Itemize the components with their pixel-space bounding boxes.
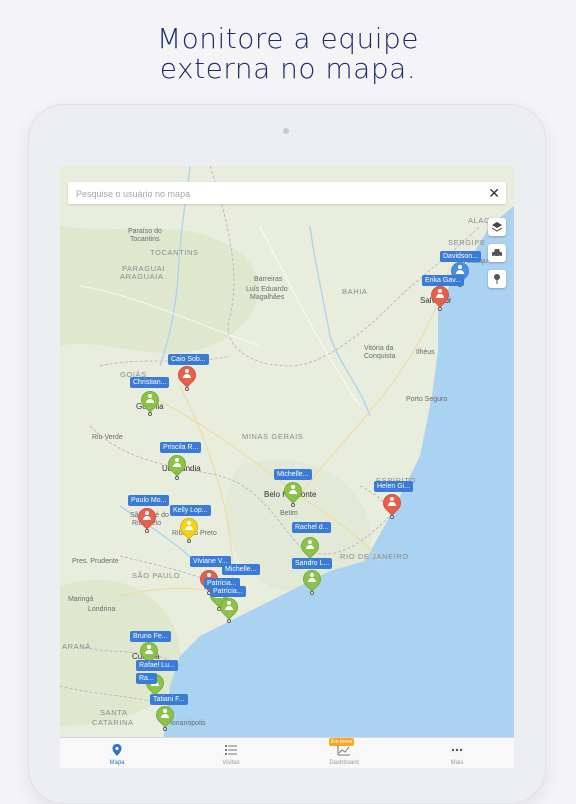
user-label[interactable]: Priscila R... (160, 442, 202, 453)
user-label[interactable]: Patrícia... (210, 586, 246, 597)
user-label[interactable]: Erika Gav... (422, 275, 465, 286)
headline-line2: externa no mapa. (159, 52, 417, 85)
search-bar: ✕ (68, 182, 506, 204)
layers-button[interactable] (488, 218, 506, 236)
tab-label: Mais (450, 760, 464, 766)
tab-label: Visitas (222, 760, 240, 766)
tab-visitas[interactable]: Visitas (176, 738, 286, 768)
map-pin-icon (112, 744, 122, 756)
tab-label: Mapa (109, 760, 125, 766)
user-pin[interactable] (137, 387, 163, 416)
user-label[interactable]: Christian... (130, 377, 170, 388)
city-label: Porto Seguro (406, 396, 448, 403)
user-pin[interactable] (176, 514, 202, 543)
state-label: RIO DE JANEIRO (340, 552, 409, 561)
city-label: Rio Verde (92, 434, 123, 441)
tab-bar: Mapa Visitas Em breve Dashboard Mais (60, 737, 514, 768)
tab-label: Dashboard (329, 760, 359, 766)
close-icon[interactable]: ✕ (488, 184, 500, 202)
user-pin[interactable] (280, 478, 306, 507)
state-label: BAHIA (342, 287, 368, 296)
user-label[interactable]: Helen Gi... (374, 481, 414, 492)
tab-mais[interactable]: Mais (402, 738, 512, 768)
search-input[interactable] (74, 185, 478, 203)
list-icon (225, 745, 237, 755)
user-label[interactable]: Rachel d... (292, 522, 332, 533)
user-pin[interactable] (216, 594, 242, 623)
user-pin[interactable] (174, 362, 200, 391)
vehicle-button[interactable] (488, 244, 506, 262)
user-label[interactable]: Sandro L... (292, 558, 333, 569)
state-label: SANTA (100, 708, 128, 717)
city-label: Barreiras (254, 276, 283, 283)
camera-icon (283, 128, 289, 134)
headline-line1: Monitore a equipe (156, 22, 420, 55)
user-pin[interactable] (164, 451, 190, 480)
user-label[interactable]: Michelle... (274, 469, 312, 480)
tab-dashboard[interactable]: Em breve Dashboard (289, 738, 399, 768)
user-label[interactable]: Michelle... (222, 564, 260, 575)
user-pin[interactable] (134, 504, 160, 533)
state-label: SÃO PAULO (132, 571, 181, 580)
user-label[interactable]: Rafael Lu... (136, 660, 178, 671)
user-label[interactable]: Caio Sob... (168, 354, 209, 365)
state-label: TOCANTINS (150, 248, 199, 257)
user-pin[interactable] (427, 282, 453, 311)
user-label[interactable]: Davidson... (440, 251, 482, 262)
city-label: Maringá (68, 596, 94, 603)
user-label[interactable]: Ra... (136, 673, 157, 684)
app-screen: Paraíso do Tocantins TOCANTINS PARAGUAI … (60, 166, 514, 768)
chart-icon (337, 745, 350, 756)
city-label: Betim (280, 510, 298, 517)
user-pin[interactable] (299, 566, 325, 595)
layers-icon (491, 222, 503, 232)
state-label: SERGIPE (448, 238, 486, 247)
user-label[interactable]: Kelly Lop... (170, 505, 211, 516)
pushpin-icon (494, 274, 500, 284)
state-label: CATARINA (92, 718, 134, 727)
headline: Monitore a equipe externa no mapa. (0, 24, 576, 84)
more-icon (451, 748, 463, 752)
city-label: Pres. Prudente (72, 558, 119, 565)
state-label: ARAGUAIA (120, 272, 164, 281)
user-label[interactable]: Paulo Mo... (128, 495, 170, 506)
user-label[interactable]: Bruno Fe... (130, 631, 171, 642)
user-pin[interactable] (152, 702, 178, 731)
city-label: Londrina (88, 606, 116, 613)
pin-button[interactable] (488, 270, 506, 288)
tab-mapa[interactable]: Mapa (62, 738, 172, 768)
car-icon (492, 249, 502, 258)
state-label: MINAS GERAIS (242, 432, 304, 441)
state-label: ARANÁ (62, 642, 91, 651)
city-label: Ilhéus (416, 349, 435, 356)
user-label[interactable]: Tatiani F... (150, 694, 188, 705)
user-pin[interactable] (379, 490, 405, 519)
